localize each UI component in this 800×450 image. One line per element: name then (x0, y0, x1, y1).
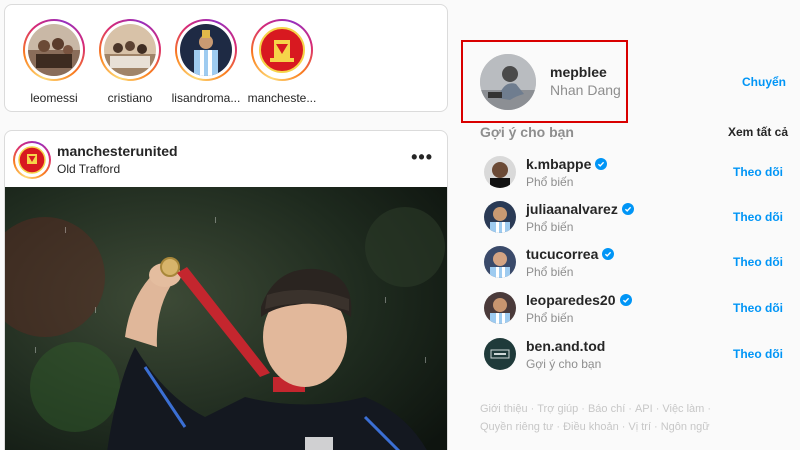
more-horizontal-icon[interactable]: ••• (411, 147, 433, 168)
verified-badge-icon (595, 158, 608, 170)
current-user-fullname: Nhan Dang (550, 82, 621, 98)
post-author-username[interactable]: manchesterunited (57, 143, 178, 159)
switch-account-button[interactable]: Chuyển (742, 75, 786, 89)
post-header: manchesterunited Old Trafford ••• (5, 131, 447, 187)
follow-button[interactable]: Theo dõi (733, 301, 783, 315)
story-username: mancheste... (247, 91, 317, 105)
suggestion-subtitle: Phổ biến (526, 220, 574, 234)
story-item-cristiano[interactable]: cristiano (94, 19, 166, 105)
story-item-lisandromartinez[interactable]: lisandroma... (170, 19, 242, 105)
follow-button[interactable]: Theo dõi (733, 165, 783, 179)
story-avatar (180, 24, 232, 76)
feed-post: manchesterunited Old Trafford ••• (4, 130, 448, 450)
footer-link-press[interactable]: Báo chí (588, 403, 625, 415)
story-avatar (104, 24, 156, 76)
suggestion-subtitle: Phổ biến (526, 175, 574, 189)
suggestion-subtitle: Gợi ý cho bạn (526, 357, 602, 371)
suggestion-subtitle: Phổ biến (526, 311, 574, 325)
footer-link-terms[interactable]: Điều khoản (563, 421, 619, 433)
suggestion-avatar[interactable] (484, 292, 516, 324)
suggestion-item-leoparedes20: leoparedes20 Phổ biến Theo dõi (480, 288, 790, 328)
suggestion-username[interactable]: juliaanalvarez (526, 201, 618, 217)
suggestion-username[interactable]: leoparedes20 (526, 292, 616, 308)
footer-line-2: Quyền riêng tư · Điều khoản · Vị trí · Ngôn ng… (480, 421, 710, 433)
suggestion-subtitle: Phổ biến (526, 265, 574, 279)
footer-link-locations[interactable]: Vị trí (628, 421, 651, 433)
footer-link-about[interactable]: Giới thiệu (480, 403, 528, 415)
story-ring (99, 19, 161, 81)
suggestion-item-benandtod: ben.and.tod Gợi ý cho bạn Theo dõi (480, 334, 790, 374)
manchester-united-crest-icon (18, 146, 46, 174)
suggestion-username-row: leoparedes20 (526, 292, 632, 308)
follow-button[interactable]: Theo dõi (733, 347, 783, 361)
suggestion-username[interactable]: tucucorrea (526, 246, 598, 262)
suggestion-item-juliaanalvarez: juliaanalvarez Phổ biến Theo dõi (480, 197, 790, 237)
stories-tray: leomessi cristiano lisandroma... manches… (4, 4, 448, 112)
story-ring (175, 19, 237, 81)
story-ring (23, 19, 85, 81)
suggestion-avatar[interactable] (484, 246, 516, 278)
suggestion-avatar[interactable] (484, 338, 516, 370)
current-user-username[interactable]: mepblee (550, 64, 607, 80)
current-user-avatar[interactable] (480, 54, 536, 110)
suggestion-username-row: juliaanalvarez (526, 201, 634, 217)
manchester-united-crest-icon (256, 24, 308, 76)
follow-button[interactable]: Theo dõi (733, 210, 783, 224)
verified-badge-icon (621, 203, 634, 215)
footer-link-help[interactable]: Trợ giúp (537, 403, 578, 415)
story-avatar (28, 24, 80, 76)
story-username: lisandroma... (171, 91, 241, 105)
suggestion-username[interactable]: k.mbappe (526, 156, 591, 172)
footer-links: Giới thiệu · Trợ giúp · Báo chí · API · Việc làm… (480, 400, 720, 436)
suggestion-item-tucucorrea: tucucorrea Phổ biến Theo dõi (480, 242, 790, 282)
follow-button[interactable]: Theo dõi (733, 255, 783, 269)
footer-link-api[interactable]: API (635, 403, 653, 415)
suggestion-avatar[interactable] (484, 201, 516, 233)
story-username: leomessi (30, 91, 78, 105)
post-author-avatar[interactable] (13, 141, 51, 179)
suggestion-username[interactable]: ben.and.tod (526, 338, 605, 354)
post-location[interactable]: Old Trafford (57, 162, 120, 176)
story-ring (251, 19, 313, 81)
suggestion-item-kmbappe: k.mbappe Phổ biến Theo dõi (480, 152, 790, 192)
post-image[interactable] (5, 187, 447, 450)
story-username: cristiano (107, 91, 153, 105)
verified-badge-icon (602, 248, 615, 260)
suggestion-avatar[interactable] (484, 156, 516, 188)
footer-link-jobs[interactable]: Việc làm (662, 403, 704, 415)
suggestion-username-row: k.mbappe (526, 156, 608, 172)
verified-badge-icon (619, 294, 632, 306)
footer-line-1: Giới thiệu · Trợ giúp · Báo chí · API · Việc làm… (480, 403, 712, 415)
see-all-button[interactable]: Xem tất cả (728, 125, 788, 139)
story-item-manchesterunited[interactable]: mancheste... (246, 19, 318, 105)
suggestion-username-row: ben.and.tod (526, 338, 605, 354)
suggestion-username-row: tucucorrea (526, 246, 615, 262)
footer-link-privacy[interactable]: Quyền riêng tư (480, 421, 553, 433)
story-item-leomessi[interactable]: leomessi (18, 19, 90, 105)
footer-link-language[interactable]: Ngôn ngữ (661, 421, 710, 433)
suggestions-title: Gợi ý cho bạn (480, 124, 574, 140)
